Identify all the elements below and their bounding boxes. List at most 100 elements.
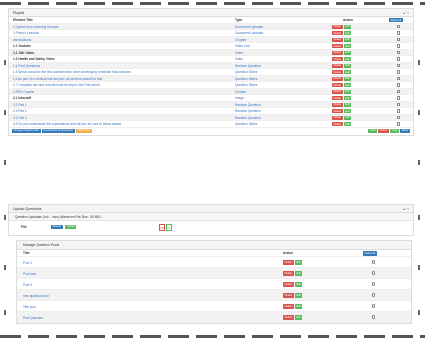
footer-left-button[interactable]: Reschedule All Questions — [41, 128, 75, 134]
row-checkbox[interactable] — [397, 115, 401, 120]
pool-title-link[interactable]: Pool 1 — [23, 261, 32, 265]
row-checkbox[interactable] — [397, 24, 401, 29]
edit-button[interactable]: Edit — [343, 44, 352, 49]
pool-radio[interactable] — [372, 271, 376, 275]
pool-radio[interactable] — [372, 315, 376, 319]
footer-right-button[interactable]: Delete — [378, 128, 389, 134]
edit-button[interactable]: Edit — [343, 24, 352, 29]
edit-button[interactable]: Edit — [343, 89, 352, 94]
element-title-link[interactable]: Introductions — [13, 38, 31, 42]
edit-button[interactable]: Edit — [343, 70, 352, 75]
edit-button[interactable]: Edit — [343, 109, 352, 114]
delete-button[interactable]: Delete — [332, 122, 343, 127]
edit-button[interactable]: Edit — [343, 76, 352, 81]
element-title-link[interactable]: 1.Upload your Learning Sources — [13, 25, 59, 29]
pool-radio[interactable] — [372, 282, 376, 286]
edit-button[interactable]: Edit — [343, 57, 352, 62]
delete-button[interactable]: Delete — [332, 44, 343, 49]
delete-button[interactable]: Delete — [283, 293, 294, 298]
pool-title-link[interactable]: Pool new — [23, 272, 36, 276]
element-title-link[interactable]: 2.3 Part 2 — [13, 109, 27, 113]
delete-button[interactable]: Delete — [332, 109, 343, 114]
edit-button[interactable]: Edit — [294, 271, 303, 276]
edit-button[interactable]: Edit — [294, 304, 303, 309]
row-checkbox[interactable] — [397, 44, 401, 48]
pools-select-all-button[interactable]: Select All — [363, 251, 377, 256]
row-checkbox[interactable] — [397, 50, 401, 55]
pool-title-link[interactable]: Title pool — [23, 305, 36, 309]
element-title-link[interactable]: 1.5 Which would be the first considerati… — [13, 70, 131, 74]
upload-button[interactable]: Upload — [65, 224, 77, 229]
element-title-link[interactable]: 1.7 Complete this and records must be ke… — [13, 83, 101, 87]
delete-button[interactable]: Delete — [332, 76, 343, 81]
delete-button[interactable]: Delete — [332, 89, 343, 94]
pool-title-link[interactable]: new question pool — [23, 294, 49, 298]
element-title-link[interactable]: 1.4 Post Questions — [13, 64, 40, 68]
pool-radio[interactable] — [372, 293, 376, 297]
pool-title-link[interactable]: Pool Question — [23, 316, 43, 320]
delete-button[interactable]: Delete — [332, 37, 343, 42]
element-title-link[interactable]: 1.2 J&K Video — [13, 51, 34, 55]
element-title-link[interactable]: 2.2 Part 1 — [13, 103, 27, 107]
edit-button[interactable]: Edit — [343, 115, 352, 120]
delete-button[interactable]: Delete — [283, 304, 294, 309]
delete-button[interactable]: Delete — [283, 315, 294, 320]
delete-button[interactable]: Delete — [283, 260, 294, 265]
element-title-link[interactable]: 2.Photo's Lessons — [13, 31, 39, 35]
row-checkbox[interactable] — [397, 122, 401, 126]
row-checkbox[interactable] — [397, 57, 401, 61]
delete-button[interactable]: Delete — [332, 70, 343, 75]
edit-button[interactable]: Edit — [343, 50, 352, 55]
collapse-icon[interactable]: ▴ ⊸ — [403, 11, 409, 15]
row-checkbox[interactable] — [397, 102, 401, 107]
element-title-link[interactable]: 2.5 Do you understand the expectations a… — [13, 122, 121, 126]
edit-button[interactable]: Edit — [343, 122, 352, 127]
delete-button[interactable]: Delete — [332, 115, 343, 120]
delete-button[interactable]: Delete — [332, 83, 343, 88]
row-checkbox[interactable] — [397, 83, 401, 87]
row-checkbox[interactable] — [397, 37, 401, 42]
edit-button[interactable]: Edit — [294, 315, 303, 320]
row-checkbox[interactable] — [397, 109, 401, 113]
edit-button[interactable]: Edit — [343, 31, 352, 36]
element-title-link[interactable]: 1.6 As part of a medical first aid plan,… — [13, 77, 103, 81]
pdf-template-icon[interactable]: PDF — [159, 224, 165, 231]
element-title-link[interactable]: 2.RDS Chapter — [13, 90, 35, 94]
pool-radio[interactable] — [372, 260, 376, 264]
browse-button[interactable]: Browse — [51, 224, 63, 229]
edit-button[interactable]: Edit — [294, 260, 303, 265]
row-checkbox[interactable] — [397, 89, 401, 94]
delete-button[interactable]: Delete — [332, 24, 343, 29]
edit-button[interactable]: Edit — [343, 102, 352, 107]
edit-button[interactable]: Edit — [343, 96, 352, 101]
delete-button[interactable]: Delete — [332, 102, 343, 107]
element-title-link[interactable]: 2.1 Infocraft — [13, 96, 31, 100]
edit-button[interactable]: Edit — [294, 282, 303, 287]
row-checkbox[interactable] — [397, 63, 401, 68]
select-all-button[interactable]: Select All — [389, 18, 403, 23]
delete-button[interactable]: Delete — [332, 50, 343, 55]
edit-button[interactable]: Edit — [294, 293, 303, 298]
footer-right-button[interactable]: Copy — [390, 128, 400, 134]
edit-button[interactable]: Edit — [343, 83, 352, 88]
pool-title-link[interactable]: Pool 3 — [23, 283, 32, 287]
delete-button[interactable]: Delete — [332, 57, 343, 62]
footer-left-button[interactable]: Change Playlist Order — [12, 128, 41, 134]
delete-button[interactable]: Delete — [332, 31, 343, 36]
delete-button[interactable]: Delete — [283, 282, 294, 287]
footer-right-button[interactable]: Move — [400, 128, 410, 134]
row-checkbox[interactable] — [397, 70, 401, 74]
edit-button[interactable]: Edit — [343, 37, 352, 42]
delete-button[interactable]: Delete — [283, 271, 294, 276]
footer-right-button[interactable]: Lock — [368, 128, 377, 134]
delete-button[interactable]: Delete — [332, 63, 343, 68]
delete-button[interactable]: Delete — [332, 96, 343, 101]
element-title-link[interactable]: 1.1 Youtube — [13, 44, 31, 48]
row-checkbox[interactable] — [397, 96, 401, 100]
row-checkbox[interactable] — [397, 76, 401, 81]
footer-left-button[interactable]: Mass Dupe — [75, 128, 92, 134]
collapse-icon[interactable]: ▴ ⊸ — [403, 207, 409, 211]
element-title-link[interactable]: 2.4 Part 3 — [13, 116, 27, 120]
element-title-link[interactable]: 1.3 Health and Safety Video — [13, 57, 55, 61]
edit-button[interactable]: Edit — [343, 63, 352, 68]
